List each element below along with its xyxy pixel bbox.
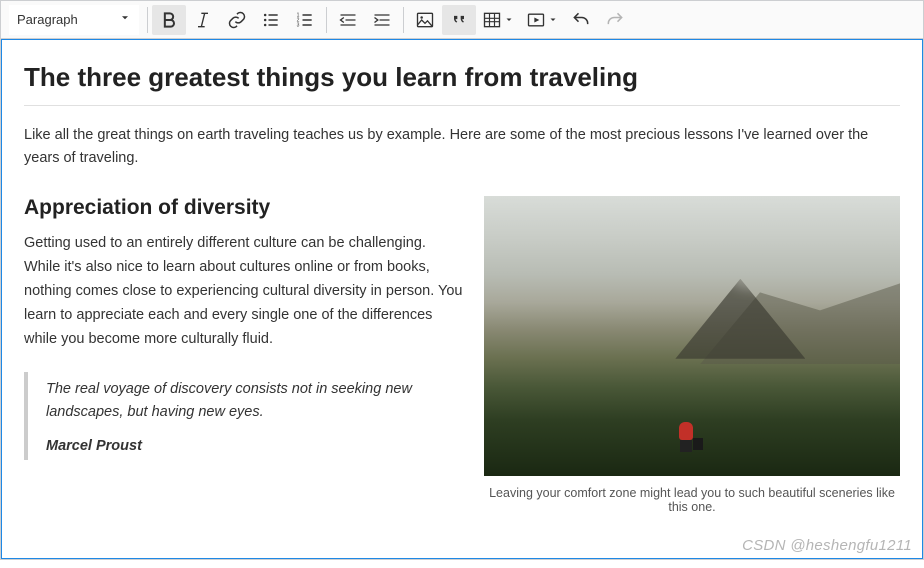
bullet-list-button[interactable] (254, 5, 288, 35)
table-button[interactable] (476, 5, 520, 35)
text-column: Appreciation of diversity Getting used t… (24, 196, 464, 514)
heading-dropdown[interactable]: Paragraph (9, 5, 139, 35)
toolbar-separator (403, 7, 404, 33)
hiker-shape (675, 422, 697, 454)
image-button[interactable] (408, 5, 442, 35)
toolbar: Paragraph 123 (1, 1, 923, 39)
document-title[interactable]: The three greatest things you learn from… (24, 62, 900, 106)
body-row: Appreciation of diversity Getting used t… (24, 196, 900, 514)
toolbar-separator (147, 7, 148, 33)
link-button[interactable] (220, 5, 254, 35)
editor: Paragraph 123 The three greatest things … (0, 0, 924, 560)
blockquote-button[interactable] (442, 5, 476, 35)
quote-text[interactable]: The real voyage of discovery consists no… (46, 378, 464, 424)
quote-author[interactable]: Marcel Proust (46, 438, 464, 454)
watermark-text: CSDN @heshengfu1211 (742, 537, 912, 554)
intro-paragraph[interactable]: Like all the great things on earth trave… (24, 124, 900, 170)
editor-content[interactable]: The three greatest things you learn from… (1, 39, 923, 559)
body-paragraph[interactable]: Getting used to an entirely different cu… (24, 232, 464, 352)
figure[interactable]: Leaving your comfort zone might lead you… (484, 196, 900, 514)
blockquote[interactable]: The real voyage of discovery consists no… (24, 372, 464, 460)
heading-dropdown-label: Paragraph (17, 12, 78, 27)
image-caption[interactable]: Leaving your comfort zone might lead you… (484, 486, 900, 514)
toolbar-separator (326, 7, 327, 33)
italic-button[interactable] (186, 5, 220, 35)
image-column: Leaving your comfort zone might lead you… (484, 196, 900, 514)
numbered-list-button[interactable]: 123 (288, 5, 322, 35)
subheading[interactable]: Appreciation of diversity (24, 196, 464, 220)
landscape-image[interactable] (484, 196, 900, 476)
undo-button[interactable] (564, 5, 598, 35)
bold-button[interactable] (152, 5, 186, 35)
outdent-button[interactable] (331, 5, 365, 35)
media-button[interactable] (520, 5, 564, 35)
chevron-down-icon (119, 12, 131, 27)
redo-button[interactable] (598, 5, 632, 35)
indent-button[interactable] (365, 5, 399, 35)
svg-text:3: 3 (297, 22, 300, 28)
